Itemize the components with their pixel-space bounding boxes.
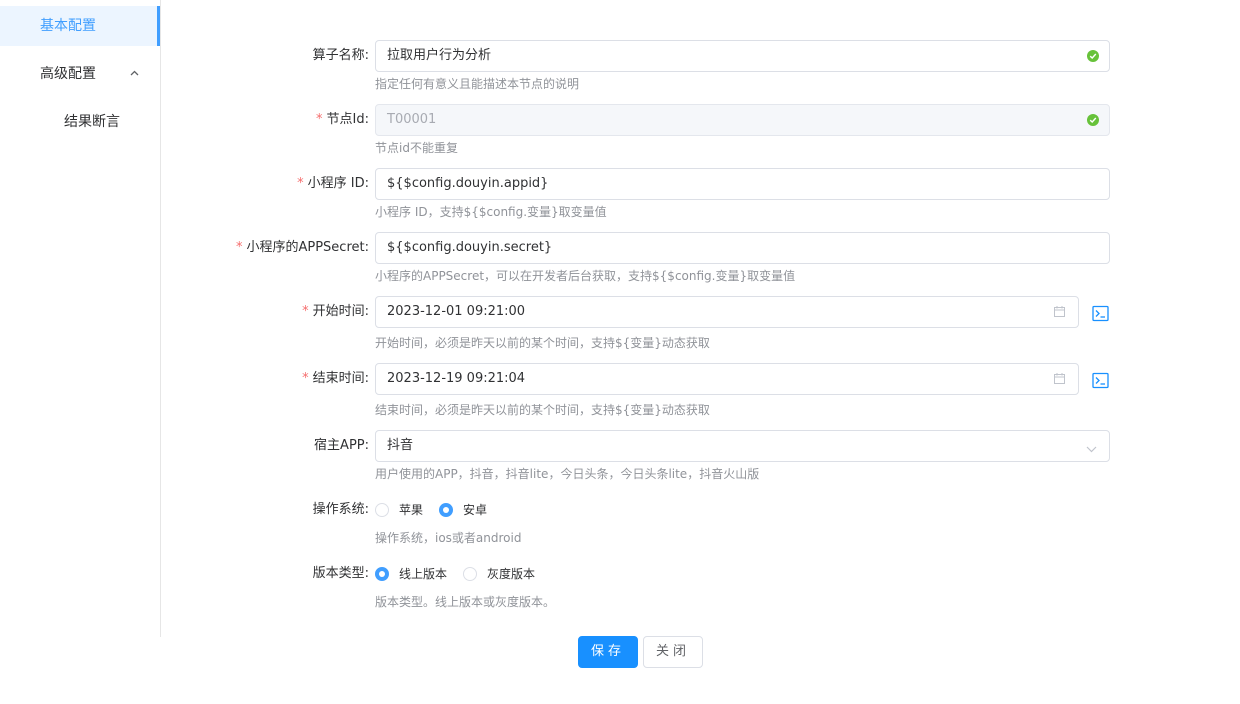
host-app-label: 宿主APP: xyxy=(314,438,369,453)
check-circle-icon xyxy=(1087,50,1099,62)
sidebar-item-label: 高级配置 xyxy=(40,66,96,82)
expression-terminal-icon[interactable] xyxy=(1092,305,1109,322)
end-time-value: 2023-12-19 09:21:04 xyxy=(387,371,526,386)
sidebar-item-basic-config[interactable]: 基本配置 xyxy=(0,6,160,46)
node-id-label: * 节点Id: xyxy=(316,112,369,127)
start-time-picker[interactable]: 2023-12-01 09:21:00 xyxy=(375,296,1079,328)
host-app-help: 用户使用的APP，抖音，抖音lite，今日头条，今日头条lite，抖音火山版 xyxy=(375,467,760,481)
operator-name-help: 指定任何有意义且能描述本节点的说明 xyxy=(375,77,580,91)
start-time-help: 开始时间，必须是昨天以前的某个时间，支持${变量}动态获取 xyxy=(375,336,710,350)
app-secret-input[interactable]: ${$config.douyin.secret} xyxy=(375,232,1110,264)
app-id-label: * 小程序 ID: xyxy=(297,176,369,191)
node-id-input: T00001 xyxy=(375,104,1110,136)
operator-name-value: 拉取用户行为分析 xyxy=(387,48,492,63)
app-secret-label: * 小程序的APPSecret: xyxy=(235,240,369,255)
version-type-radio-group: 线上版本 灰度版本 xyxy=(0,558,1240,590)
calendar-icon[interactable] xyxy=(1054,373,1065,388)
start-time-label: * 开始时间: xyxy=(302,304,369,319)
sidebar-item-label: 基本配置 xyxy=(40,18,96,34)
expression-terminal-icon[interactable] xyxy=(1092,372,1109,389)
radio-checked-icon xyxy=(439,503,453,517)
app-secret-value: ${$config.douyin.secret} xyxy=(387,240,553,255)
sidebar-menu: 基本配置 高级配置 结果断言 xyxy=(0,0,161,637)
end-time-help: 结束时间，必须是昨天以前的某个时间，支持${变量}动态获取 xyxy=(375,403,710,417)
version-type-help: 版本类型。线上版本或灰度版本。 xyxy=(375,595,556,609)
app-secret-help: 小程序的APPSecret，可以在开发者后台获取，支持${$config.变量}… xyxy=(375,269,796,283)
end-time-picker[interactable]: 2023-12-19 09:21:04 xyxy=(375,363,1079,395)
os-radio-group: 苹果 安卓 xyxy=(0,494,1240,526)
node-id-help: 节点id不能重复 xyxy=(375,141,458,155)
os-radio-apple[interactable]: 苹果 xyxy=(375,494,435,526)
close-button[interactable]: 关闭 xyxy=(643,636,703,668)
os-radio-android[interactable]: 安卓 xyxy=(439,494,499,526)
radio-circle-icon xyxy=(375,503,389,517)
sidebar-item-advanced-config[interactable]: 高级配置 xyxy=(0,54,160,94)
radio-checked-icon xyxy=(375,567,389,581)
chevron-up-icon xyxy=(130,54,139,76)
chevron-down-icon xyxy=(1086,442,1097,457)
save-button[interactable]: 保存 xyxy=(578,636,638,668)
start-time-value: 2023-12-01 09:21:00 xyxy=(387,304,526,319)
app-id-input[interactable]: ${$config.douyin.appid} xyxy=(375,168,1110,200)
version-radio-online[interactable]: 线上版本 xyxy=(375,558,455,590)
node-id-value: T00001 xyxy=(387,112,437,127)
app-id-value: ${$config.douyin.appid} xyxy=(387,176,549,191)
end-time-label: * 结束时间: xyxy=(302,371,369,386)
check-circle-icon xyxy=(1087,114,1099,126)
app-id-help: 小程序 ID，支持${$config.变量}取变量值 xyxy=(375,205,607,219)
operator-name-label: 算子名称: xyxy=(312,48,369,63)
sidebar-item-result-assertion[interactable]: 结果断言 xyxy=(0,102,160,142)
host-app-value: 抖音 xyxy=(387,438,414,453)
os-help: 操作系统，ios或者android xyxy=(375,531,522,545)
operator-name-input[interactable]: 拉取用户行为分析 xyxy=(375,40,1110,72)
calendar-icon[interactable] xyxy=(1054,306,1065,321)
radio-circle-icon xyxy=(463,567,477,581)
version-radio-gray[interactable]: 灰度版本 xyxy=(463,558,543,590)
host-app-select[interactable]: 抖音 xyxy=(375,430,1110,462)
sidebar-item-label: 结果断言 xyxy=(64,114,120,130)
